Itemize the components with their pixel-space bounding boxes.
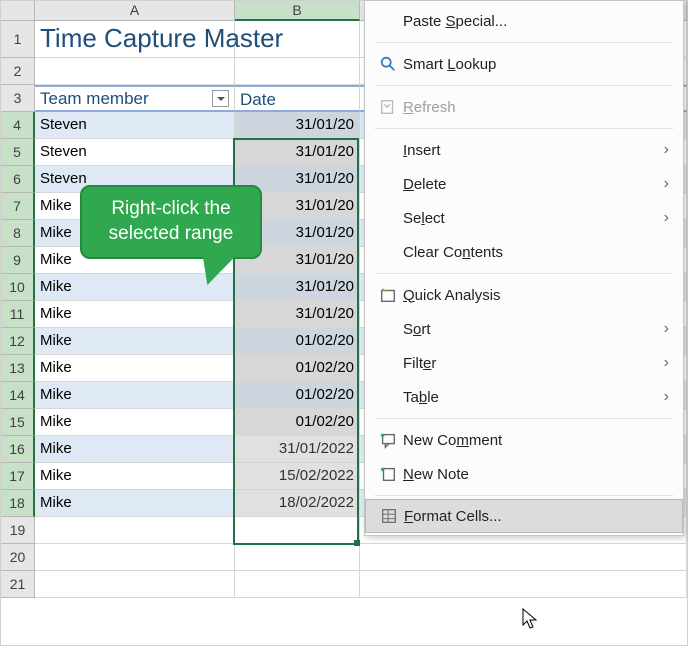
row-header-9[interactable]: 9 xyxy=(1,247,35,274)
cell-date[interactable]: 31/01/2022 xyxy=(235,436,360,463)
menu-separator xyxy=(375,418,673,419)
chevron-right-icon: › xyxy=(664,209,669,227)
header-team-member-label: Team member xyxy=(40,86,149,112)
chevron-right-icon: › xyxy=(664,320,669,338)
cell-member[interactable]: Mike xyxy=(35,490,235,517)
header-date[interactable]: Date xyxy=(235,85,360,112)
cell-date[interactable]: 31/01/20 xyxy=(235,112,360,139)
cell-member[interactable]: Mike xyxy=(35,463,235,490)
column-header-B[interactable]: B xyxy=(235,1,360,21)
new-comment-icon xyxy=(373,431,403,449)
row-header-11[interactable]: 11 xyxy=(1,301,35,328)
menu-separator xyxy=(375,273,673,274)
row-header-6[interactable]: 6 xyxy=(1,166,35,193)
menu-delete[interactable]: Delete › xyxy=(365,167,683,201)
header-team-member[interactable]: Team member xyxy=(35,85,235,112)
cell-member[interactable]: Mike xyxy=(35,328,235,355)
menu-table[interactable]: Table › xyxy=(365,380,683,414)
cell-B2[interactable] xyxy=(235,58,360,85)
quick-analysis-icon xyxy=(373,286,403,304)
select-all-corner[interactable] xyxy=(1,1,35,21)
cell-rest20[interactable] xyxy=(360,544,687,571)
cell-member[interactable]: Mike xyxy=(35,436,235,463)
row-header-19[interactable]: 19 xyxy=(1,517,35,544)
chevron-right-icon: › xyxy=(664,175,669,193)
cell-member[interactable]: Steven xyxy=(35,112,235,139)
cell-date[interactable]: 31/01/20 xyxy=(235,139,360,166)
callout-line1: Right-click the xyxy=(90,197,252,222)
menu-separator xyxy=(375,128,673,129)
cell-date[interactable]: 31/01/20 xyxy=(235,301,360,328)
row-header-17[interactable]: 17 xyxy=(1,463,35,490)
row-header-20[interactable]: 20 xyxy=(1,544,35,571)
row-header-13[interactable]: 13 xyxy=(1,355,35,382)
cell-member[interactable]: Steven xyxy=(35,139,235,166)
row-20: 20 xyxy=(1,544,687,571)
column-header-A[interactable]: A xyxy=(35,1,235,21)
menu-format-cells[interactable]: Format Cells... xyxy=(365,499,683,533)
row-header-16[interactable]: 16 xyxy=(1,436,35,463)
callout-line2: selected range xyxy=(90,222,252,247)
cell-member[interactable]: Mike xyxy=(35,409,235,436)
new-note-icon xyxy=(373,465,403,483)
row-header-5[interactable]: 5 xyxy=(1,139,35,166)
cell-member[interactable]: Mike xyxy=(35,301,235,328)
format-cells-icon xyxy=(374,507,404,525)
menu-separator xyxy=(375,42,673,43)
row-header-15[interactable]: 15 xyxy=(1,409,35,436)
cell-A20[interactable] xyxy=(35,544,235,571)
cell-A19[interactable] xyxy=(35,517,235,544)
chevron-right-icon: › xyxy=(664,388,669,406)
cell-B20[interactable] xyxy=(235,544,360,571)
row-21: 21 xyxy=(1,571,687,598)
row-header-12[interactable]: 12 xyxy=(1,328,35,355)
row-header-8[interactable]: 8 xyxy=(1,220,35,247)
menu-filter[interactable]: Filter › xyxy=(365,346,683,380)
cell-A2[interactable] xyxy=(35,58,235,85)
instruction-callout: Right-click the selected range xyxy=(80,185,262,259)
row-header-21[interactable]: 21 xyxy=(1,571,35,598)
menu-select[interactable]: Select › xyxy=(365,201,683,235)
refresh-icon xyxy=(373,98,403,116)
cell-date[interactable]: 01/02/20 xyxy=(235,355,360,382)
cell-date[interactable]: 01/02/20 xyxy=(235,328,360,355)
filter-dropdown-button[interactable] xyxy=(212,90,229,107)
menu-clear-contents[interactable]: Clear Contents xyxy=(365,235,683,269)
row-header-1[interactable]: 1 xyxy=(1,21,35,58)
menu-insert[interactable]: Insert › xyxy=(365,133,683,167)
menu-paste-special[interactable]: Paste Special... xyxy=(365,4,683,38)
row-header-7[interactable]: 7 xyxy=(1,193,35,220)
cell-member[interactable]: Mike xyxy=(35,382,235,409)
smart-lookup-icon xyxy=(373,55,403,73)
menu-separator xyxy=(375,495,673,496)
menu-sort[interactable]: Sort › xyxy=(365,312,683,346)
cell-member[interactable]: Mike xyxy=(35,355,235,382)
cell-date[interactable]: 01/02/20 xyxy=(235,382,360,409)
row-header-2[interactable]: 2 xyxy=(1,58,35,85)
cell-date[interactable]: 18/02/2022 xyxy=(235,490,360,517)
menu-new-comment[interactable]: New Comment xyxy=(365,423,683,457)
chevron-right-icon: › xyxy=(664,354,669,372)
menu-refresh: Refresh xyxy=(365,90,683,124)
row-header-14[interactable]: 14 xyxy=(1,382,35,409)
row-header-18[interactable]: 18 xyxy=(1,490,35,517)
cell-A21[interactable] xyxy=(35,571,235,598)
cell-B21[interactable] xyxy=(235,571,360,598)
row-header-3[interactable]: 3 xyxy=(1,85,35,112)
cell-date[interactable]: 15/02/2022 xyxy=(235,463,360,490)
menu-quick-analysis[interactable]: Quick Analysis xyxy=(365,278,683,312)
cell-date[interactable]: 01/02/20 xyxy=(235,409,360,436)
row-header-10[interactable]: 10 xyxy=(1,274,35,301)
cell-rest21[interactable] xyxy=(360,571,687,598)
menu-new-note[interactable]: New Note xyxy=(365,457,683,491)
cell-B19[interactable] xyxy=(235,517,360,544)
context-menu: Paste Special... Smart Lookup Refresh In… xyxy=(364,0,684,536)
row-header-4[interactable]: 4 xyxy=(1,112,35,139)
menu-smart-lookup[interactable]: Smart Lookup xyxy=(365,47,683,81)
cell-date[interactable]: 31/01/20 xyxy=(235,274,360,301)
menu-separator xyxy=(375,85,673,86)
chevron-right-icon: › xyxy=(664,141,669,159)
title-cell[interactable]: Time Capture Master xyxy=(35,21,235,58)
